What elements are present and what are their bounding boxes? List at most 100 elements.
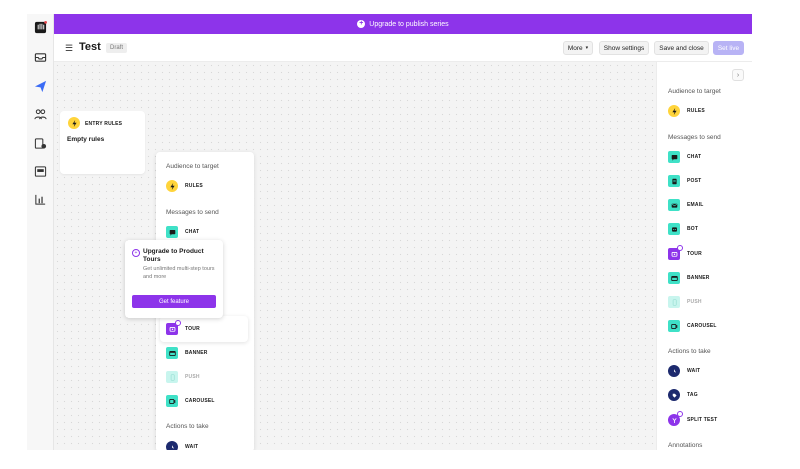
sidebar-banner-label: BANNER [687,275,710,281]
panel-audience-heading: Audience to target [166,163,219,170]
entry-rules-value: Empty rules [67,136,105,143]
tour-icon [166,320,181,335]
more-label: More [567,44,583,52]
panel-push-label: PUSH [185,374,200,380]
more-button[interactable]: More ▾ [563,41,593,55]
sidebar-item-post[interactable]: POST [668,175,701,187]
menu-icon[interactable]: ☰ [65,43,73,54]
clock-icon [668,365,680,377]
lock-badge-icon [677,411,683,417]
sidebar-item-push: PUSH [668,296,702,308]
clock-icon [166,441,178,450]
sidebar-tour-label: TOUR [687,251,702,257]
sidebar-messages-heading: Messages to send [668,134,721,141]
panel-item-chat[interactable]: CHAT [166,226,199,238]
lightning-icon [166,180,178,192]
articles-icon[interactable] [33,136,47,150]
app-window: + Upgrade to publish series ☰ Test Draft… [27,14,752,450]
tag-icon [668,389,680,401]
sidebar-split-test-label: SPLIT TEST [687,417,718,423]
entry-rules-card[interactable]: ENTRY RULES Empty rules [60,111,145,174]
sidebar-item-split-test[interactable]: SPLIT TEST [668,411,718,426]
sidebar-item-wait[interactable]: WAIT [668,365,700,377]
sidebar-item-bot[interactable]: BOT [668,223,698,235]
panel-actions-heading: Actions to take [166,423,209,430]
panel-item-carousel[interactable]: CAROUSEL [166,395,215,407]
carousel-icon [166,395,178,407]
panel-messages-heading: Messages to send [166,209,219,216]
sidebar-item-tag[interactable]: TAG [668,389,698,401]
tooltip-description: Get unlimited multi-step tours and more [143,266,215,280]
sidebar-post-label: POST [687,178,702,184]
set-live-button[interactable]: Set live [713,41,744,55]
entry-rules-label: ENTRY RULES [85,121,123,127]
sidebar-item-email[interactable]: EMAIL [668,199,704,211]
banner-icon [668,272,680,284]
reports-panel-icon[interactable] [33,164,47,178]
sidebar-tag-label: TAG [687,392,698,398]
left-nav [27,14,54,450]
panel-item-banner[interactable]: BANNER [166,347,208,359]
sidebar-rules-label: RULES [687,108,705,114]
analytics-icon[interactable] [33,192,47,206]
sidebar-push-label: PUSH [687,299,702,305]
upgrade-banner-text: Upgrade to publish series [369,20,449,28]
lock-badge-icon [677,245,683,251]
inbox-icon[interactable] [33,50,47,64]
editor-header: ☰ Test Draft More ▾ Show settings Save a… [54,34,752,62]
tooltip-title: Upgrade to Product Tours [143,248,204,263]
sidebar-bot-label: BOT [687,226,699,232]
upgrade-banner[interactable]: + Upgrade to publish series [54,14,752,34]
sidebar-item-banner[interactable]: BANNER [668,272,710,284]
panel-tour-label: TOUR [185,326,200,332]
app-logo-icon[interactable] [33,20,47,34]
panel-wait-label: WAIT [185,444,199,450]
status-badge: Draft [106,43,128,53]
panel-item-push: PUSH [166,371,200,383]
contacts-icon[interactable] [33,107,47,121]
tour-icon [668,245,683,260]
panel-item-wait[interactable]: WAIT [166,441,198,450]
sidebar-item-rules[interactable]: RULES [668,105,705,117]
panel-rules-label: RULES [185,183,203,189]
panel-item-tour[interactable]: TOUR [160,316,248,342]
plus-circle-icon: + [357,20,366,28]
right-sidebar: › Audience to target RULES Messages to s… [656,62,752,450]
sidebar-email-label: EMAIL [687,202,704,208]
sidebar-item-chat[interactable]: CHAT [668,151,701,163]
chat-icon [166,226,178,238]
panel-item-rules[interactable]: RULES [166,180,203,192]
chevron-down-icon: ▾ [585,45,589,51]
sidebar-item-carousel[interactable]: CAROUSEL [668,320,717,332]
lightning-icon [68,117,80,129]
sidebar-audience-heading: Audience to target [668,88,721,95]
upgrade-tooltip: + Upgrade to Product Tours Get unlimited… [125,240,223,318]
panel-chat-label: CHAT [185,229,200,235]
lock-badge-icon [175,320,181,326]
upgrade-icon: + [132,249,140,257]
sidebar-chat-label: CHAT [687,154,702,160]
sidebar-carousel-label: CAROUSEL [687,323,717,329]
carousel-icon [668,320,680,332]
sidebar-wait-label: WAIT [687,368,701,374]
chat-icon [668,151,680,163]
save-and-close-button[interactable]: Save and close [654,41,709,55]
series-title[interactable]: Test [79,41,101,53]
bot-icon [668,223,680,235]
panel-banner-label: BANNER [185,350,208,356]
sidebar-item-tour[interactable]: TOUR [668,245,702,260]
lightning-icon [668,105,680,117]
sidebar-annotations-heading: Annotations [668,442,703,449]
get-feature-button[interactable]: Get feature [132,295,216,308]
split-test-icon [668,411,683,426]
push-icon [166,371,178,383]
email-icon [668,199,680,211]
push-icon [668,296,680,308]
outbound-icon[interactable] [33,79,47,93]
panel-carousel-label: CAROUSEL [185,398,215,404]
sidebar-actions-heading: Actions to take [668,348,711,355]
post-icon [668,175,680,187]
show-settings-button[interactable]: Show settings [599,41,649,55]
chevron-right-icon[interactable]: › [732,69,744,81]
banner-icon [166,347,178,359]
